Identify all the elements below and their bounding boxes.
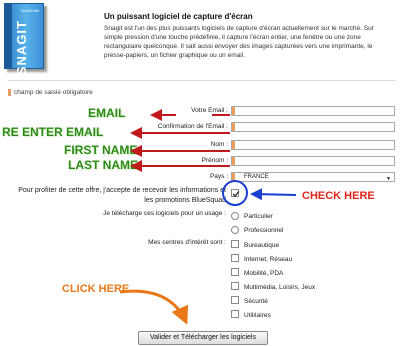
interest-checkbox-bureautique[interactable] [231,240,239,248]
usage-label: Je télécharge ces logiciels pour un usag… [103,210,226,217]
interest-option-securite: Sécurité [244,298,268,305]
required-marker-icon [8,89,11,96]
interest-checkbox-internet[interactable] [231,254,239,262]
interest-option-utilitaires: Utilitaires [244,312,271,319]
divider [8,80,396,81]
consent-text: Pour profiter de cette offre, j'accepte … [18,187,226,204]
required-bar [232,141,235,149]
usage-radio-professionnel[interactable] [231,226,239,234]
interest-checkbox-utilitaires[interactable] [231,310,239,318]
country-label: Pays : [209,173,228,180]
product-brand: SNAGIT [14,20,29,76]
submit-download-button[interactable]: Valider et Télécharger les logiciels [138,331,268,345]
snagit-product-box: TechSmith SNAGIT [4,3,44,75]
usage-option-particulier: Particulier [244,213,273,220]
firstname-label: Prénom : [201,157,228,164]
interest-option-multimedia: Multimédia, Loisirs, Jeux [244,284,316,291]
firstname-field[interactable] [231,156,395,166]
vendor-label: TechSmith [20,8,39,13]
required-note: champ de saisie obligatoire [14,89,93,96]
chevron-down-icon: ▼ [386,176,391,182]
product-box-spine [5,4,12,68]
country-select[interactable]: FRANCE ▼ [231,172,395,182]
interest-checkbox-mobilite[interactable] [231,268,239,276]
required-bar [232,123,235,131]
required-bar [232,157,235,165]
lastname-field[interactable] [231,140,395,150]
arrow-to-submit [119,289,189,325]
annotation-email: EMAIL [88,106,126,120]
required-bar [232,107,235,115]
interest-checkbox-multimedia[interactable] [231,282,239,290]
email-label: Votre Email : [191,107,228,114]
annotation-re-enter-email: RE ENTER EMAIL [2,125,104,139]
interest-option-mobilite: Mobilité, PDA [244,270,284,277]
annotation-check-here: CHECK HERE [302,190,375,202]
interest-option-internet: Internet, Réseau [244,256,293,263]
confirm-email-field[interactable] [231,122,395,132]
confirm-email-label: Confirmation de l'Email : [157,123,228,130]
product-description: Snagit est l'un des plus puissants logic… [104,25,374,59]
lastname-label: Nom : [210,141,228,148]
annotation-click-here: CLICK HERE [62,283,130,295]
highlight-circle [222,180,248,206]
usage-radio-particulier[interactable] [231,212,239,220]
annotation-first-name: FIRST NAME [64,143,138,157]
product-title: Un puissant logiciel de capture d'écran [104,12,253,21]
usage-option-professionnel: Professionnel [244,227,284,234]
annotation-last-name: LAST NAME [68,158,138,172]
country-value: FRANCE [244,174,269,180]
interests-label: Mes centres d'intérêt sont : [148,239,226,246]
arrow-to-checkbox [250,188,297,201]
email-field[interactable] [231,106,395,116]
interest-checkbox-securite[interactable] [231,296,239,304]
interest-option-bureautique: Bureautique [244,242,280,249]
